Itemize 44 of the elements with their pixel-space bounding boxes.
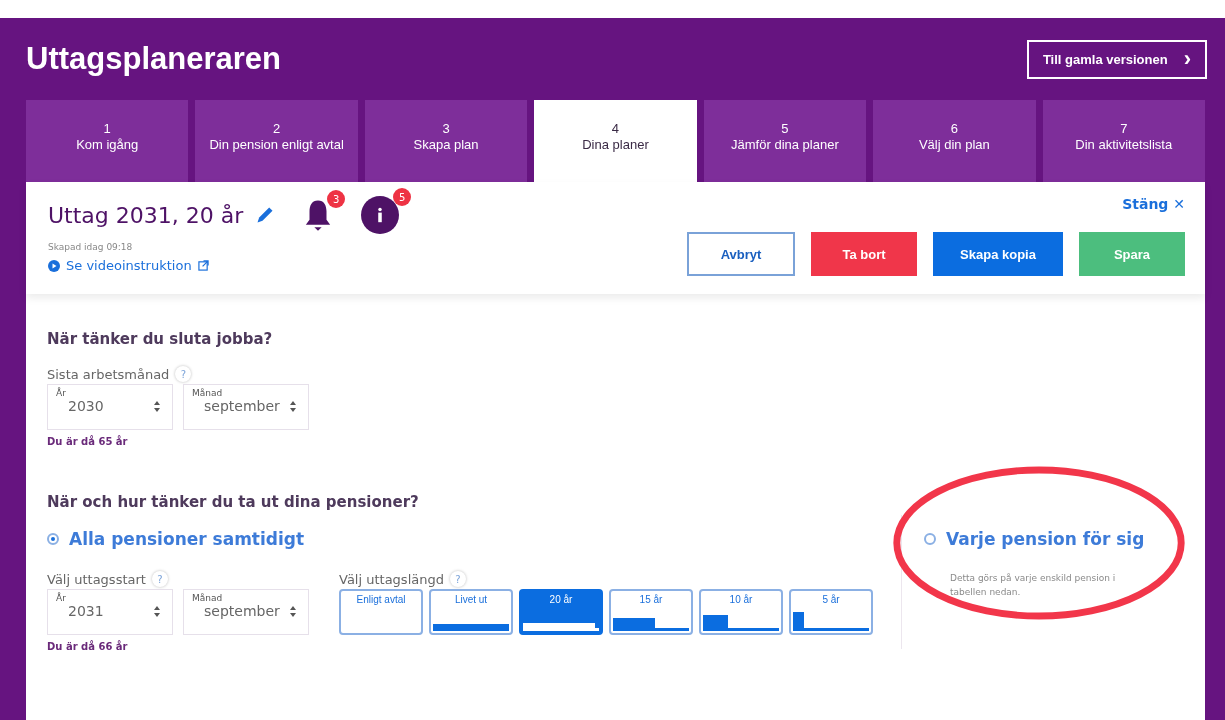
length-option[interactable]: Livet ut <box>429 589 513 635</box>
length-option[interactable]: 10 år <box>699 589 783 635</box>
plan-title: Uttag 2031, 20 år <box>48 202 244 228</box>
section-heading: När och hur tänker du ta ut dina pensioner? <box>47 493 420 511</box>
step-tab[interactable]: 3 Skapa plan <box>364 100 528 182</box>
field-label: Välj uttagsstart <box>47 571 146 587</box>
action-button[interactable]: Avbryt <box>687 232 795 276</box>
radio-option[interactable]: Varje pension för sig <box>924 529 1185 549</box>
age-note: Du är då 65 år <box>47 436 129 447</box>
step-tab[interactable]: 5 Jämför dina planer <box>703 100 867 182</box>
step-tab[interactable]: 2 Din pension enligt avtal <box>195 100 358 182</box>
old-version-button[interactable]: Till gamla versionen › <box>1026 39 1207 79</box>
app-title: Uttagsplaneraren <box>26 41 281 77</box>
length-option[interactable]: 5 år <box>789 589 873 635</box>
sort-arrows-icon <box>154 401 160 412</box>
action-button[interactable]: Ta bort <box>811 232 917 276</box>
video-link[interactable]: Se videoinstruktion <box>66 258 192 273</box>
step-tab[interactable]: 7 Din aktivitetslista <box>1042 100 1205 182</box>
sort-arrows-icon <box>290 401 296 412</box>
month-select[interactable]: Månad september <box>183 384 309 430</box>
step-tab[interactable]: 4 Dina planer <box>534 100 697 182</box>
play-icon <box>48 259 60 272</box>
created-time: Skapad idag 09:18 <box>48 242 134 252</box>
length-option[interactable]: Enligt avtal <box>339 589 423 635</box>
year-select[interactable]: År 2031 <box>47 589 173 635</box>
length-option[interactable]: 20 år <box>519 589 603 635</box>
info-badge: 5 <box>393 188 412 206</box>
sort-arrows-icon <box>290 606 296 617</box>
external-link-icon <box>197 260 209 271</box>
notification-badge: 3 <box>327 190 346 208</box>
sort-arrows-icon <box>154 606 160 617</box>
action-button[interactable]: Skapa kopia <box>933 232 1063 276</box>
age-note: Du är då 66 år <box>47 641 129 652</box>
field-label: Sista arbetsmånad <box>47 366 170 382</box>
length-option[interactable]: 15 år <box>609 589 693 635</box>
section-heading: När tänker du sluta jobba? <box>47 330 274 348</box>
info-icon[interactable] <box>361 196 400 234</box>
year-select[interactable]: År 2030 <box>47 384 173 430</box>
radio-option[interactable]: Alla pensioner samtidigt <box>47 529 901 549</box>
month-select[interactable]: Månad september <box>183 589 309 635</box>
step-tab[interactable]: 6 Välj din plan <box>873 100 1036 182</box>
step-tab[interactable]: 1 Kom igång <box>26 100 189 182</box>
field-label: Välj uttagslängd <box>339 571 444 587</box>
close-link[interactable]: Stäng ✕ <box>1122 196 1185 212</box>
